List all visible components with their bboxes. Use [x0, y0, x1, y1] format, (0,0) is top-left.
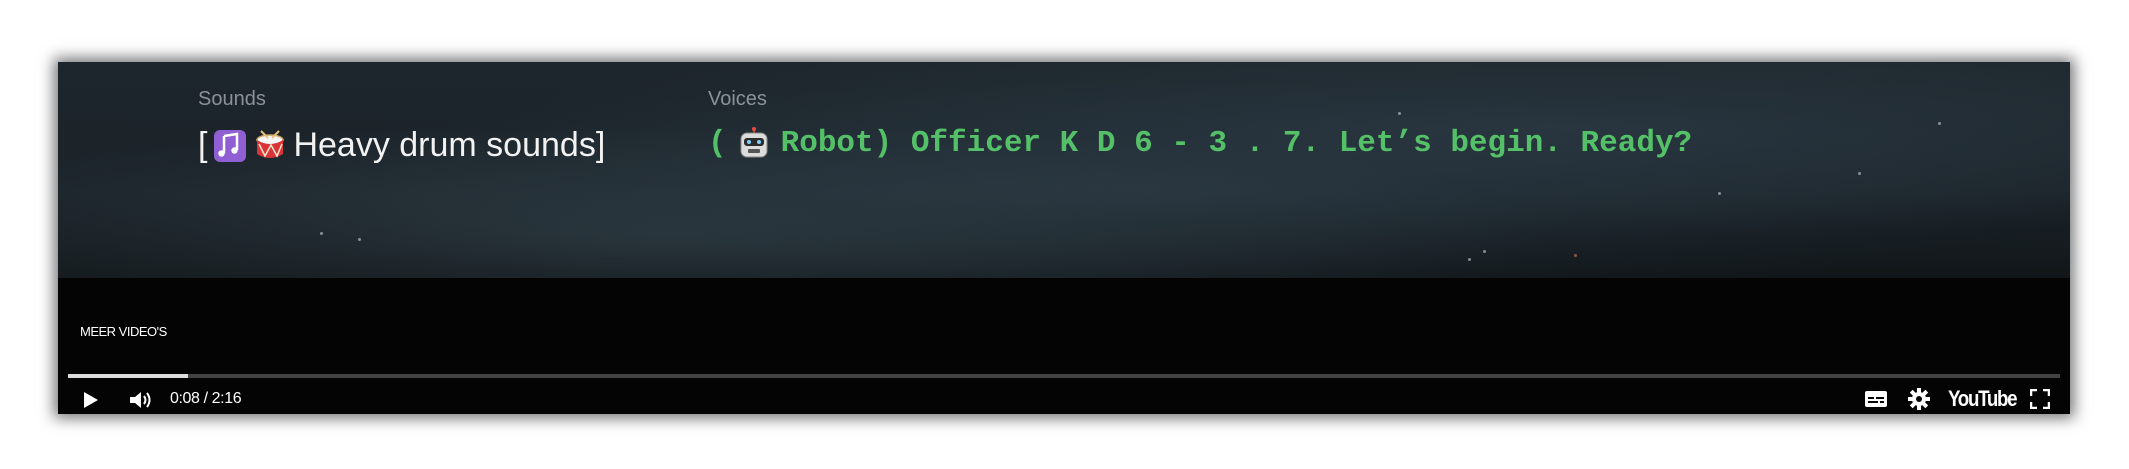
voice-open-paren: ( — [708, 126, 727, 161]
spark — [1858, 172, 1861, 175]
time-display: 0:08 / 2:16 — [170, 390, 242, 407]
voice-caption-text: Robot) Officer K D 6 - 3 . 7. Let’s begi… — [780, 126, 1693, 161]
progress-bar[interactable] — [68, 374, 2060, 378]
progress-fill — [68, 374, 188, 378]
spark — [320, 232, 323, 235]
spark — [1718, 192, 1721, 195]
spark — [1468, 258, 1471, 261]
subtitles-icon[interactable] — [1864, 390, 1888, 413]
voices-caption: ( Robot) Officer K D 6 - 3 . 7. Let’s be… — [708, 126, 1692, 161]
control-bar: 0:08 / 2:16 YouTube — [58, 384, 2070, 414]
spark — [1574, 254, 1577, 257]
settings-gear-icon[interactable] — [1908, 388, 1930, 414]
play-icon[interactable] — [80, 390, 100, 414]
video-frame[interactable]: Sounds [Heavy drum sounds] Voices (Rob… — [58, 62, 2070, 278]
spark — [1938, 122, 1941, 125]
youtube-logo[interactable]: YouTube — [1948, 386, 2018, 412]
sounds-caption-text: Heavy drum sounds] — [293, 126, 606, 164]
voices-label: Voices — [708, 88, 767, 110]
fullscreen-icon[interactable] — [2029, 388, 2051, 414]
drum-icon — [253, 129, 287, 163]
more-videos-button[interactable]: MEER VIDEO'S — [80, 324, 167, 339]
open-bracket: [ — [198, 126, 208, 164]
musical-notes-icon — [213, 129, 247, 163]
spark — [1398, 112, 1401, 115]
volume-icon[interactable] — [128, 389, 154, 414]
robot-icon — [737, 126, 771, 161]
sounds-label: Sounds — [198, 88, 266, 110]
spark — [1483, 250, 1486, 253]
video-player[interactable]: Sounds [Heavy drum sounds] Voices (Rob… — [58, 62, 2070, 414]
sounds-caption: [ Heavy drum sounds] — [198, 126, 605, 165]
spark — [358, 238, 361, 241]
